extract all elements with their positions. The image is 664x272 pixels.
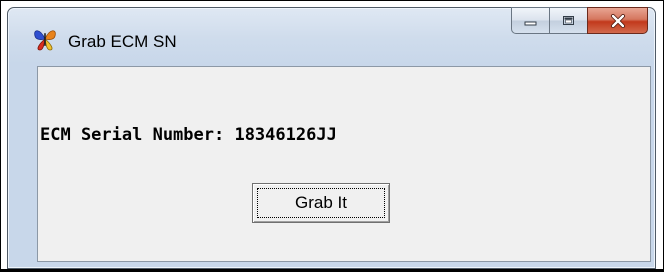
- close-button[interactable]: [587, 7, 648, 34]
- grab-it-button[interactable]: Grab It: [252, 183, 390, 223]
- ecm-serial-number-label: ECM Serial Number: 18346126JJ: [40, 125, 337, 145]
- butterfly-app-icon[interactable]: [32, 26, 58, 52]
- maximize-button[interactable]: [549, 7, 587, 34]
- window-title: Grab ECM SN: [68, 32, 177, 51]
- maximize-icon: [562, 15, 574, 25]
- close-icon: [610, 13, 625, 28]
- client-area: ECM Serial Number: 18346126JJ Grab It: [37, 66, 651, 262]
- minimize-button[interactable]: [511, 7, 549, 34]
- title-bar[interactable]: Grab ECM SN: [8, 7, 655, 66]
- caption-buttons: [511, 7, 648, 35]
- grab-it-button-label: Grab It: [295, 193, 347, 212]
- app-window: Grab ECM SN ECM Serial Number: 18346126J…: [7, 7, 656, 269]
- minimize-icon: [524, 21, 536, 25]
